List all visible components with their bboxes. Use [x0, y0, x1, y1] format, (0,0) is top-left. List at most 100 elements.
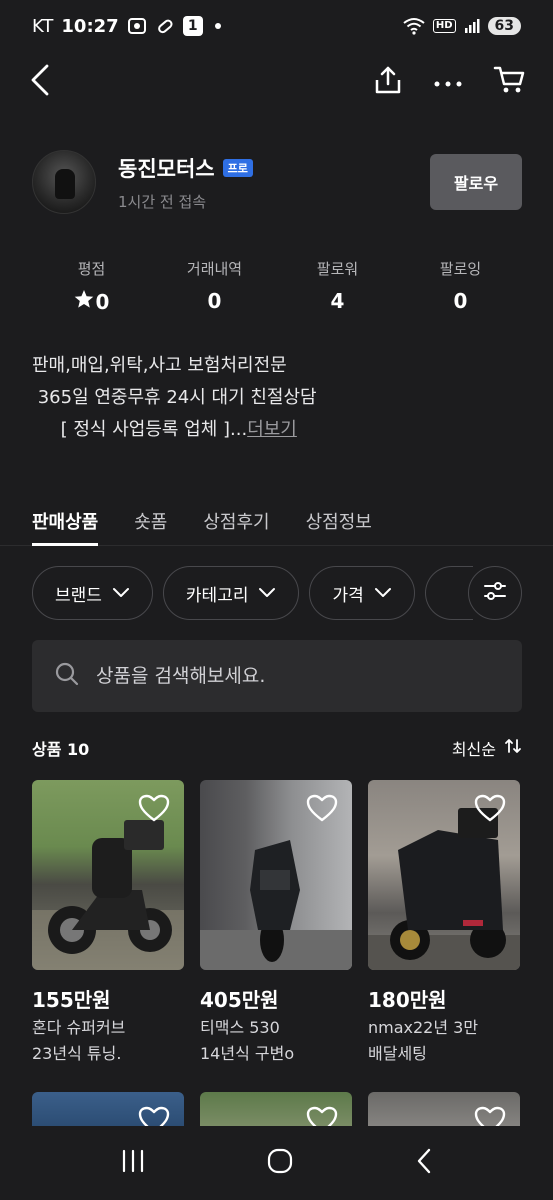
tab-shop-info[interactable]: 상점정보: [306, 500, 372, 546]
filter-brand[interactable]: 브랜드: [32, 566, 153, 620]
product-card[interactable]: 405만원 티맥스 530 14년식 구변o: [200, 780, 352, 1065]
product-search-bar: [32, 640, 522, 712]
star-icon: [74, 289, 94, 314]
shop-tabs: 판매상품 숏폼 상점후기 상점정보: [0, 500, 553, 546]
filter-settings-button[interactable]: [468, 566, 522, 620]
filter-category[interactable]: 카테고리: [162, 566, 300, 620]
stat-value: 0: [453, 289, 468, 313]
product-image[interactable]: [368, 780, 520, 970]
carrier-label: KT: [32, 15, 54, 37]
description-line: 판매,매입,위탁,사고 보험처리전문: [32, 355, 287, 376]
product-image[interactable]: [368, 1092, 520, 1126]
product-title: 23년식 튜닝.: [32, 1044, 122, 1063]
stat-followers[interactable]: 팔로워 4: [276, 258, 399, 314]
stat-value: 4: [330, 289, 345, 313]
heart-icon[interactable]: [474, 794, 506, 826]
product-title: nmax22년 3만: [368, 1018, 479, 1037]
filter-label: 카테고리: [185, 585, 249, 606]
product-price: 405만원: [200, 988, 279, 1012]
product-image[interactable]: [200, 1092, 352, 1126]
product-card[interactable]: 180만원 nmax22년 3만 배달세팅: [368, 780, 520, 1065]
product-title: 티맥스 530: [200, 1018, 280, 1037]
recent-apps-icon[interactable]: [120, 1149, 146, 1177]
product-grid: 155만원 혼다 슈퍼커브 23년식 튜닝. 405만원 티맥스 530 14년…: [32, 780, 522, 1065]
filter-price[interactable]: 가격: [309, 566, 415, 620]
heart-icon[interactable]: [138, 794, 170, 826]
product-card[interactable]: [368, 1092, 520, 1126]
shop-name: 동진모터스: [118, 156, 215, 181]
chevron-down-icon: [258, 583, 276, 603]
sort-label: 최신순: [451, 740, 496, 759]
stat-following[interactable]: 팔로잉 0: [399, 258, 522, 314]
sort-arrows-icon: [504, 737, 522, 759]
system-back-icon[interactable]: [415, 1147, 433, 1179]
filter-sliders-icon: [483, 580, 507, 606]
product-grid-row-partial: [32, 1092, 522, 1126]
heart-icon[interactable]: [138, 1106, 170, 1126]
system-navigation-bar: [0, 1126, 553, 1200]
stat-transactions[interactable]: 거래내역 0: [153, 258, 276, 314]
last-seen-text: 1시간 전 접속: [118, 192, 207, 211]
filter-bar: 브랜드 카테고리 가격: [32, 566, 522, 620]
hd-voice-badge: HD: [432, 19, 456, 33]
stat-value: 0: [95, 289, 110, 314]
status-bar: KT 10:27 1 HD 63: [0, 0, 553, 52]
home-icon[interactable]: [266, 1147, 294, 1179]
back-arrow-icon[interactable]: [28, 63, 52, 101]
product-title: 배달세팅: [368, 1044, 427, 1063]
product-price: 155만원: [32, 988, 111, 1012]
search-input[interactable]: [96, 665, 500, 687]
status-dot-icon: [214, 23, 221, 29]
top-navigation: [0, 52, 553, 112]
clock: 10:27: [61, 15, 119, 37]
chevron-down-icon: [374, 583, 392, 603]
product-image[interactable]: [200, 780, 352, 970]
pro-badge: 프로: [222, 158, 253, 177]
search-icon: [54, 661, 80, 691]
heart-icon[interactable]: [474, 1106, 506, 1126]
product-card[interactable]: [32, 1092, 184, 1126]
filter-label: 브랜드: [55, 585, 102, 606]
more-dots-icon[interactable]: [433, 73, 463, 92]
stat-label: 팔로잉: [439, 260, 482, 278]
description-line: 365일 연중무휴 24시 대기 친절상담: [32, 387, 317, 408]
product-card[interactable]: [200, 1092, 352, 1126]
shop-stats: 평점 0 거래내역 0 팔로워 4 팔로잉 0: [30, 258, 522, 314]
signal-icon: [464, 18, 480, 34]
follow-button[interactable]: 팔로우: [430, 154, 522, 210]
shop-profile: 동진모터스 프로 1시간 전 접속 팔로우: [32, 150, 522, 214]
product-title: 14년식 구변o: [200, 1044, 295, 1063]
product-price: 180만원: [368, 988, 447, 1012]
description-line: [ 정식 사업등록 업체 ]...: [32, 419, 248, 440]
tab-products[interactable]: 판매상품: [32, 500, 99, 546]
filter-more-partial[interactable]: [424, 566, 473, 620]
battery-indicator: 63: [487, 17, 521, 35]
wifi-icon: [403, 17, 425, 35]
product-image[interactable]: [32, 1092, 184, 1126]
more-link[interactable]: 더보기: [247, 419, 297, 440]
product-image[interactable]: [32, 780, 184, 970]
chevron-down-icon: [112, 583, 130, 603]
heart-icon[interactable]: [306, 1106, 338, 1126]
stat-label: 팔로워: [316, 260, 359, 278]
share-icon[interactable]: [373, 65, 403, 99]
heart-icon[interactable]: [306, 794, 338, 826]
tab-reviews[interactable]: 상점후기: [203, 500, 269, 546]
pill-icon: [155, 16, 175, 36]
product-count: 상품 10: [32, 740, 90, 759]
stat-label: 거래내역: [186, 260, 243, 278]
cart-icon[interactable]: [493, 65, 525, 99]
filter-label: 가격: [332, 585, 364, 606]
shop-description: 판매,매입,위탁,사고 보험처리전문 365일 연중무휴 24시 대기 친절상담…: [32, 350, 522, 446]
avatar[interactable]: [32, 150, 96, 214]
product-card[interactable]: 155만원 혼다 슈퍼커브 23년식 튜닝.: [32, 780, 184, 1065]
stat-label: 평점: [77, 260, 106, 278]
sort-selector[interactable]: 최신순: [452, 736, 522, 760]
stat-value: 0: [207, 289, 222, 313]
tab-shortform[interactable]: 숏폼: [134, 500, 167, 546]
product-title: 혼다 슈퍼커브: [32, 1018, 126, 1037]
stat-rating[interactable]: 평점 0: [30, 258, 153, 314]
notification-count-badge: 1: [182, 16, 203, 36]
product-list-header: 상품 10 최신순: [32, 736, 522, 760]
screenshot-icon: [127, 16, 147, 36]
